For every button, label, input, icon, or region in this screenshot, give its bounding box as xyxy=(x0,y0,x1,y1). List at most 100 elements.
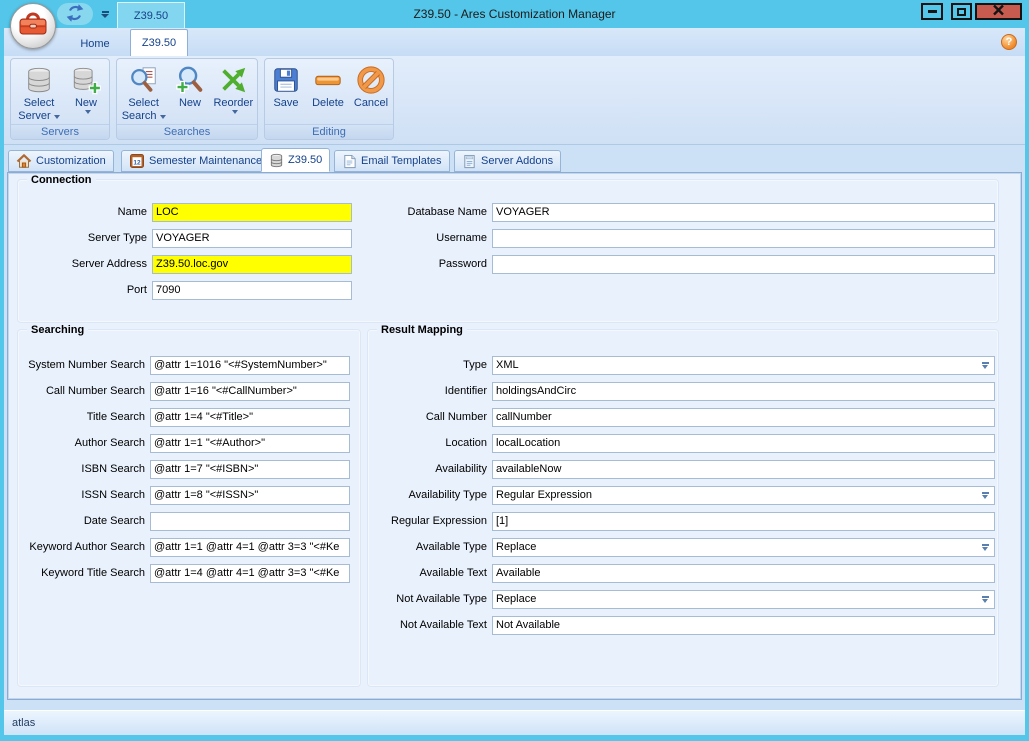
availability-input[interactable] xyxy=(492,460,995,479)
group-label-servers: Servers xyxy=(11,124,109,139)
new-search-button[interactable]: New xyxy=(170,62,209,110)
keyword-title-search-label: Keyword Title Search xyxy=(24,567,145,579)
tab-server-addons[interactable]: Server Addons xyxy=(454,150,561,172)
form-row: Regular Expression xyxy=(374,508,995,534)
identifier-input[interactable] xyxy=(492,382,995,401)
form-row: Availability TypeRegular Expression xyxy=(374,482,995,508)
port-label: Port xyxy=(27,284,147,296)
z3950-settings-panel: Connection NameServer TypeServer Address… xyxy=(7,172,1022,700)
save-icon xyxy=(269,63,303,97)
tab-semester-maintenance[interactable]: 12 Semester Maintenance xyxy=(121,150,270,172)
form-row: Not Available Text xyxy=(374,612,995,638)
form-row: Location xyxy=(374,430,995,456)
system-number-search-label: System Number Search xyxy=(24,359,145,371)
ribbon-tab-home[interactable]: Home xyxy=(60,32,130,56)
not-available-type-combobox[interactable]: Replace xyxy=(492,590,995,609)
button-label: Reorder xyxy=(213,97,253,110)
system-number-search-input[interactable] xyxy=(150,356,350,375)
form-row: Database Name xyxy=(367,199,995,225)
tab-label: Email Templates xyxy=(361,155,442,167)
help-button[interactable]: ? xyxy=(1001,34,1017,50)
document-tab-strip: Customization 12 Semester Maintenance xyxy=(4,148,1025,172)
minimize-button[interactable] xyxy=(921,3,943,20)
page-addon-icon xyxy=(462,154,477,169)
cancel-button[interactable]: Cancel xyxy=(350,62,392,110)
date-search-input[interactable] xyxy=(150,512,350,531)
tab-email-templates[interactable]: Email Templates xyxy=(334,150,450,172)
ribbon-tab-z3950[interactable]: Z39.50 xyxy=(130,29,188,56)
app-menu-button[interactable] xyxy=(10,3,56,49)
isbn-search-input[interactable] xyxy=(150,460,350,479)
page-icon xyxy=(342,154,357,169)
title-search-input[interactable] xyxy=(150,408,350,427)
reorder-button[interactable]: Reorder xyxy=(210,62,257,114)
password-input[interactable] xyxy=(492,255,995,274)
combo-arrow-icon xyxy=(982,544,989,551)
form-row: Name xyxy=(27,199,352,225)
quick-access-dropdown-button[interactable] xyxy=(98,7,112,21)
maximize-icon xyxy=(957,8,966,16)
form-row: Type XML xyxy=(374,352,995,378)
title-search-label: Title Search xyxy=(24,411,145,423)
port-input[interactable] xyxy=(152,281,352,300)
combobox-value: XML xyxy=(493,359,982,371)
searching-title: Searching xyxy=(27,324,88,336)
combo-arrow-icon xyxy=(982,596,989,603)
combobox-value: Replace xyxy=(493,541,982,553)
call-number-input[interactable] xyxy=(492,408,995,427)
availability-type-combobox[interactable]: Regular Expression xyxy=(492,486,995,505)
issn-search-input[interactable] xyxy=(150,486,350,505)
available-text-input[interactable] xyxy=(492,564,995,583)
form-row: Available Text xyxy=(374,560,995,586)
tab-label: Server Addons xyxy=(481,155,553,167)
maximize-button[interactable] xyxy=(951,3,972,20)
tab-customization[interactable]: Customization xyxy=(8,150,114,172)
not-available-text-input[interactable] xyxy=(492,616,995,635)
author-search-input[interactable] xyxy=(150,434,350,453)
form-row: Date Search xyxy=(24,508,350,534)
ribbon: Select Server New Ser xyxy=(4,56,1025,145)
database-name-input[interactable] xyxy=(492,203,995,222)
new-server-button[interactable]: New xyxy=(65,62,107,114)
regular-expression-input[interactable] xyxy=(492,512,995,531)
close-button[interactable] xyxy=(975,3,1022,20)
tab-label: Semester Maintenance xyxy=(149,155,262,167)
quick-access-sync-button[interactable] xyxy=(57,3,93,25)
svg-text:12: 12 xyxy=(133,159,141,166)
title-bar[interactable]: Z39.50 - Ares Customization Manager xyxy=(0,0,1029,28)
author-search-label: Author Search xyxy=(24,437,145,449)
username-input[interactable] xyxy=(492,229,995,248)
available-type-combobox[interactable]: Replace xyxy=(492,538,995,557)
database-name-label: Database Name xyxy=(367,206,487,218)
application-window: Z39.50 - Ares Customization Manager xyxy=(0,0,1029,741)
server-type-input[interactable] xyxy=(152,229,352,248)
call-number-search-input[interactable] xyxy=(150,382,350,401)
type-label: Type xyxy=(374,359,487,371)
ribbon-tab-row: Home Z39.50 ? xyxy=(4,28,1025,56)
name-input[interactable] xyxy=(152,203,352,222)
form-row: Call Number Search xyxy=(24,378,350,404)
button-label: Search xyxy=(122,110,157,123)
form-row: System Number Search xyxy=(24,352,350,378)
delete-button[interactable]: Delete xyxy=(306,62,350,110)
dropdown-bar-icon xyxy=(102,11,109,13)
keyword-author-search-input[interactable] xyxy=(150,538,350,557)
tab-label: Z39.50 xyxy=(288,154,322,166)
server-address-input[interactable] xyxy=(152,255,352,274)
select-server-button[interactable]: Select Server xyxy=(13,62,65,123)
location-input[interactable] xyxy=(492,434,995,453)
form-row: Keyword Author Search xyxy=(24,534,350,560)
database-new-icon xyxy=(69,63,103,97)
isbn-search-label: ISBN Search xyxy=(24,463,145,475)
group-label-searches: Searches xyxy=(117,124,257,139)
type-combobox[interactable]: XML xyxy=(492,356,995,375)
tab-label: Customization xyxy=(36,155,106,167)
cancel-icon xyxy=(354,63,388,97)
select-search-button[interactable]: Select Search xyxy=(117,62,170,123)
keyword-title-search-input[interactable] xyxy=(150,564,350,583)
ribbon-group-servers: Select Server New Ser xyxy=(10,58,110,140)
button-label: Select xyxy=(128,97,159,110)
tab-z3950[interactable]: Z39.50 xyxy=(261,148,330,172)
regular-expression-label: Regular Expression xyxy=(374,515,487,527)
save-button[interactable]: Save xyxy=(266,62,306,110)
